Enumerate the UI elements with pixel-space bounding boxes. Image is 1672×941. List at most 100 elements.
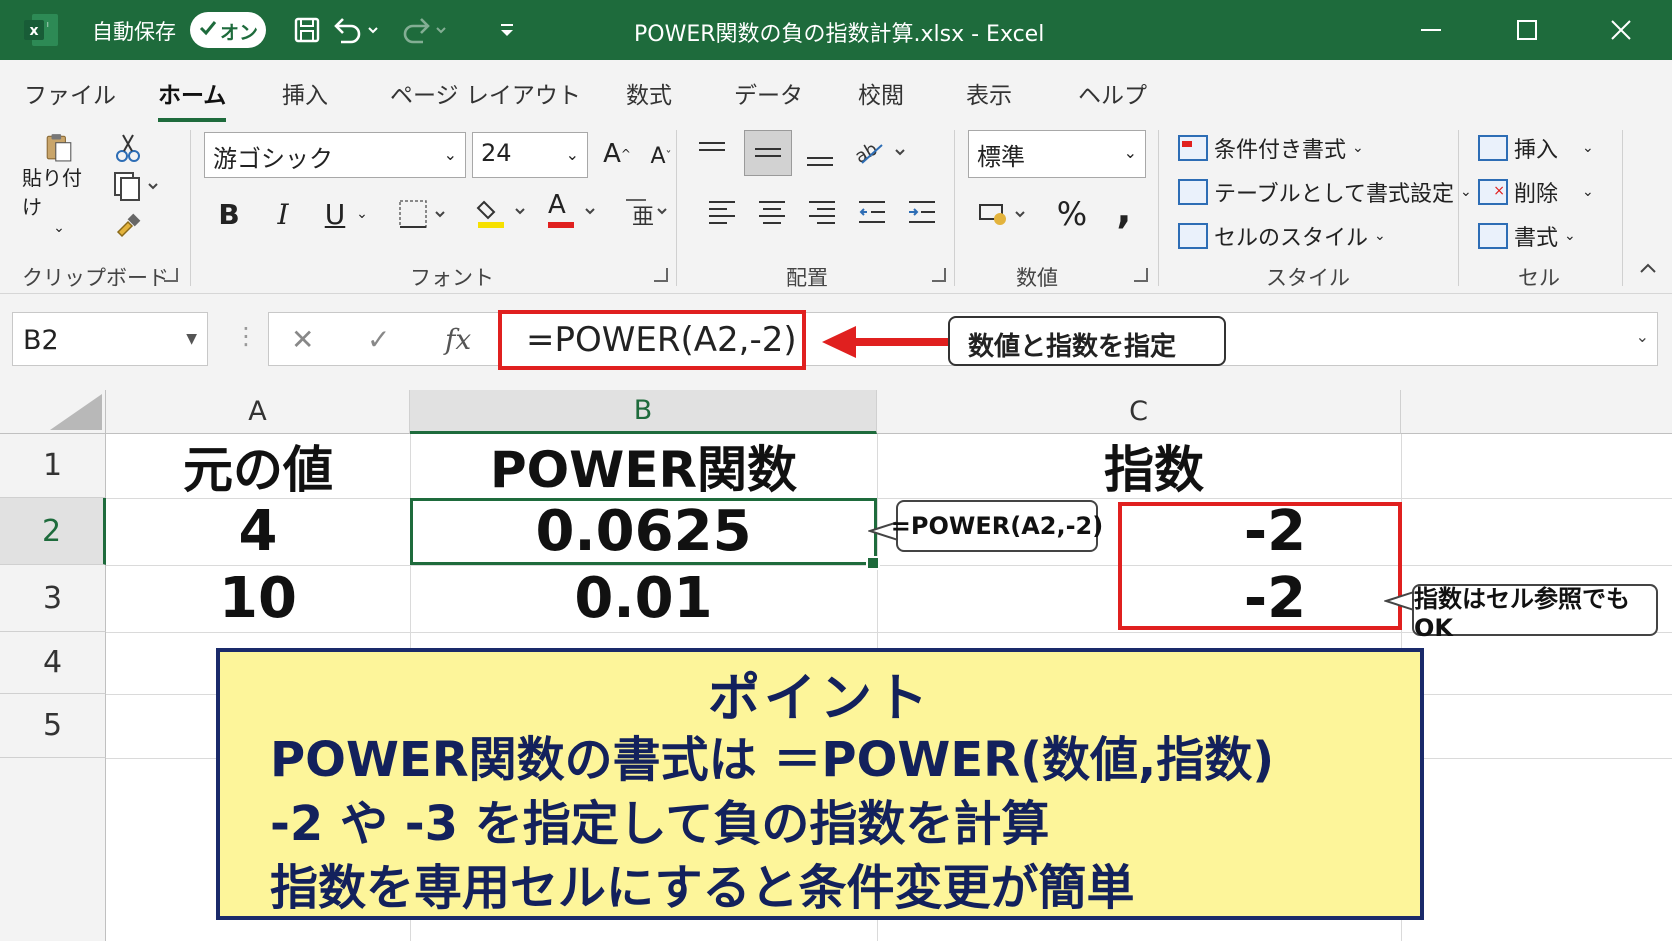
accounting-format-icon [979, 204, 1025, 225]
cancel-icon[interactable]: ✕ [291, 323, 314, 356]
close-button[interactable] [1596, 10, 1646, 50]
tab-help[interactable]: ヘルプ [1078, 76, 1147, 110]
align-bottom-button[interactable] [800, 136, 840, 176]
bold-button[interactable]: B [212, 192, 246, 236]
maximize-button[interactable] [1502, 10, 1552, 50]
tab-review[interactable]: 校閲 [858, 76, 904, 110]
column-header-c[interactable]: C [877, 390, 1401, 434]
row-header-2[interactable]: 2 [0, 498, 106, 565]
row-header-1[interactable]: 1 [0, 434, 106, 498]
orientation-button[interactable]: ab [852, 132, 912, 172]
align-left-button[interactable] [704, 194, 740, 230]
align-center-button[interactable] [754, 194, 790, 230]
chevron-up-icon [1640, 263, 1656, 273]
tab-file[interactable]: ファイル [24, 76, 116, 110]
customize-quick-access-button[interactable] [494, 14, 520, 46]
expand-formula-icon[interactable]: ⌄ [1636, 327, 1649, 346]
italic-button[interactable]: I [266, 192, 300, 236]
conditional-formatting-button[interactable]: 条件付き書式 ⌄ [1178, 132, 1364, 164]
redo-button[interactable] [396, 14, 448, 46]
fill-color-button[interactable] [474, 190, 534, 236]
name-box[interactable]: B2 ▼ [12, 312, 208, 366]
insert-cells-icon [1478, 135, 1508, 161]
column-header-b[interactable]: B [410, 390, 877, 434]
font-name-select[interactable]: 游ゴシック ⌄ [204, 132, 466, 178]
clipboard-launcher[interactable] [164, 268, 178, 282]
separator [1622, 130, 1623, 286]
number-format-select[interactable]: 標準 ⌄ [968, 130, 1146, 178]
font-size-select[interactable]: 24 ⌄ [472, 132, 588, 178]
delete-cells-label: 削除 [1514, 182, 1559, 207]
shrink-font-button[interactable]: Aˇ [644, 136, 678, 176]
clipboard-group-label: クリップボード [22, 266, 169, 290]
insert-function-icon[interactable]: fx [445, 323, 471, 356]
save-button[interactable] [290, 14, 324, 46]
cell-a2[interactable]: 4 [106, 498, 410, 565]
underline-button[interactable]: U [318, 192, 352, 236]
separator [1158, 130, 1159, 286]
more-options-icon[interactable]: ⋮ [234, 322, 258, 350]
cut-button[interactable] [110, 130, 146, 166]
tab-data[interactable]: データ [734, 76, 803, 110]
fill-handle[interactable] [866, 556, 880, 570]
delete-cells-button[interactable]: × 削除 ⌄ [1478, 176, 1594, 208]
font-color-button[interactable]: A [544, 190, 604, 236]
alignment-launcher[interactable] [932, 268, 946, 282]
column-header-a[interactable]: A [106, 390, 410, 434]
tab-view[interactable]: 表示 [966, 76, 1012, 110]
phonetic-button[interactable]: 亜 [620, 190, 676, 236]
autosave-toggle[interactable]: オン [190, 12, 266, 48]
cell-b3[interactable]: 0.01 [410, 565, 877, 632]
grow-font-button[interactable]: A ^ [600, 134, 634, 174]
collapse-ribbon-button[interactable] [1630, 252, 1666, 284]
paste-button[interactable]: 貼り付け ⌄ [22, 132, 96, 236]
fill-color-icon [476, 200, 525, 228]
cell-b1[interactable]: POWER関数 [410, 434, 877, 499]
align-right-button[interactable] [804, 194, 840, 230]
align-top-button[interactable] [692, 132, 732, 172]
cell-c1[interactable]: 指数 [877, 434, 1401, 499]
format-cells-button[interactable]: 書式 ⌄ [1478, 220, 1576, 252]
chevron-down-icon: ⌄ [1123, 143, 1137, 162]
format-painter-button[interactable] [110, 208, 146, 244]
minimize-button[interactable] [1406, 10, 1456, 50]
row-header-5[interactable]: 5 [0, 694, 106, 758]
undo-button[interactable] [330, 14, 382, 46]
cell-a1[interactable]: 元の値 [106, 434, 410, 499]
row-header-3[interactable]: 3 [0, 565, 106, 632]
accounting-format-button[interactable] [976, 194, 1036, 234]
tab-home[interactable]: ホーム [158, 76, 227, 122]
underline-dropdown-icon[interactable]: ⌄ [352, 192, 372, 236]
tab-formulas[interactable]: 数式 [626, 76, 672, 110]
paste-dropdown-icon[interactable]: ⌄ [53, 220, 65, 236]
select-all-button[interactable] [0, 390, 106, 434]
row-header-4[interactable]: 4 [0, 632, 106, 694]
column-header-d[interactable] [1401, 390, 1672, 434]
number-launcher[interactable] [1134, 268, 1148, 282]
comma-button[interactable]: , [1104, 187, 1144, 233]
increase-indent-button[interactable] [904, 194, 940, 230]
worksheet: A B C 1 2 3 4 5 元の値 POWER関数 指数 4 0.0625 … [0, 390, 1672, 941]
shrink-caret: ˇ [665, 149, 672, 163]
format-as-table-button[interactable]: テーブルとして書式設定 ⌄ [1178, 176, 1472, 208]
decrease-indent-button[interactable] [854, 194, 890, 230]
font-launcher[interactable] [654, 268, 668, 282]
insert-cells-button[interactable]: 挿入 ⌄ [1478, 132, 1594, 164]
cell-styles-button[interactable]: セルのスタイル ⌄ [1178, 220, 1386, 252]
chevron-down-icon: ⌄ [1582, 184, 1594, 200]
borders-button[interactable] [394, 192, 454, 236]
font-size-value: 24 [481, 139, 512, 167]
enter-icon[interactable]: ✓ [367, 323, 390, 356]
tab-insert[interactable]: 挿入 [282, 76, 328, 110]
copy-button[interactable] [108, 168, 168, 204]
row-header-blank [0, 758, 106, 941]
title-bar: x l 自動保存 オン POWER関数の負の指数計算.xlsx - Excel [0, 0, 1672, 60]
tab-page-layout[interactable]: ページ レイアウト [390, 76, 581, 110]
format-as-table-label: テーブルとして書式設定 [1214, 182, 1455, 207]
font-group-label: フォント [410, 266, 494, 290]
percent-button[interactable]: % [1050, 192, 1094, 236]
cell-a3[interactable]: 10 [106, 565, 410, 632]
chevron-down-icon: ⌄ [565, 145, 579, 164]
align-middle-button[interactable] [744, 130, 792, 176]
ribbon: 貼り付け ⌄ クリップボード 游ゴシック ⌄ 24 ⌄ A ^ Aˇ B I U ⌄ … [0, 122, 1672, 294]
